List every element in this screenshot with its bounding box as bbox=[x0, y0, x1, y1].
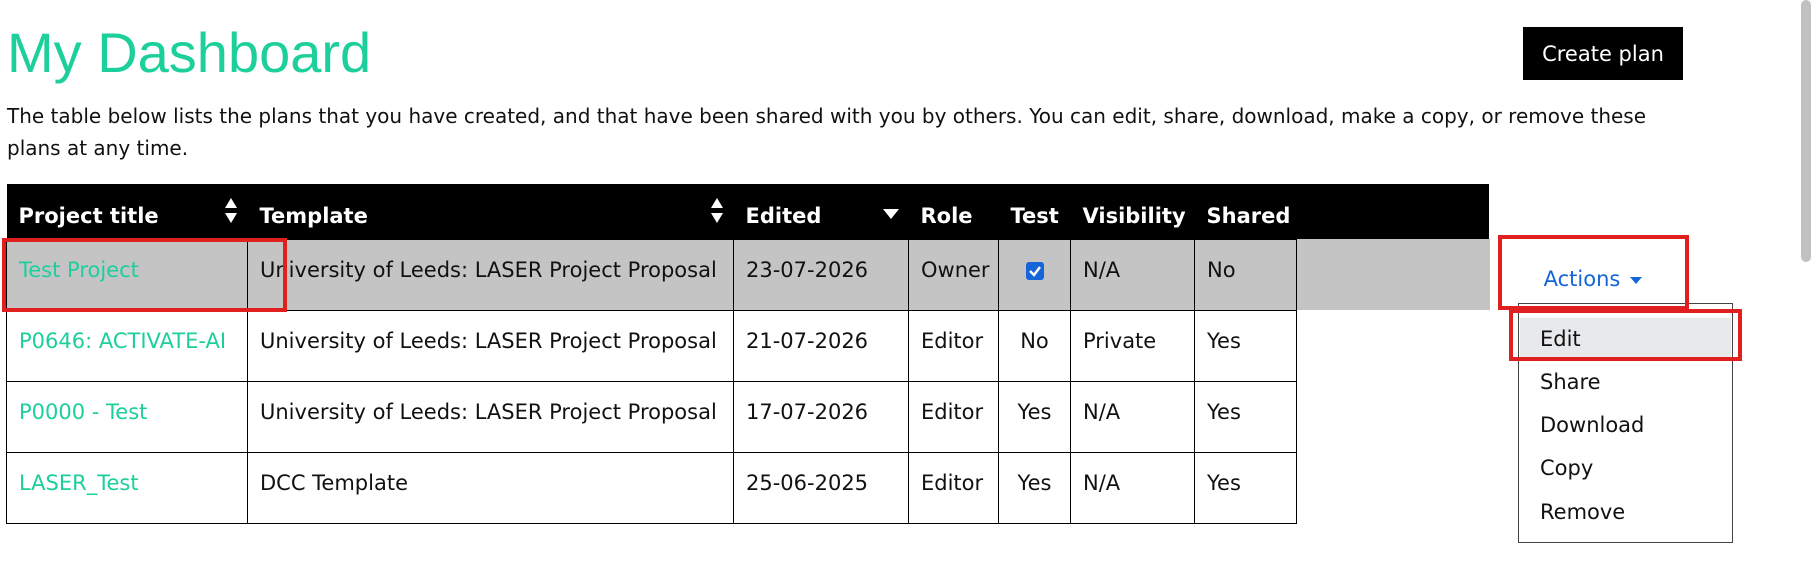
test-cell: No bbox=[998, 309, 1071, 382]
scrollbar[interactable] bbox=[1796, 0, 1814, 564]
actions-cell bbox=[1297, 381, 1490, 452]
header-visibility: Visibility bbox=[1070, 184, 1195, 239]
table-row: P0646: ACTIVATE-AI University of Leeds: … bbox=[6, 309, 1490, 382]
template-cell: DCC Template bbox=[247, 451, 734, 524]
shared-cell: Yes bbox=[1194, 380, 1297, 453]
actions-cell bbox=[1297, 452, 1490, 523]
table-row: P0000 - Test University of Leeds: LASER … bbox=[6, 380, 1490, 453]
header-template-label: Template bbox=[259, 204, 368, 229]
shared-cell: No bbox=[1194, 238, 1297, 311]
table-row: LASER_Test DCC Template 25-06-2025 Edito… bbox=[6, 451, 1490, 524]
header-edited-label: Edited bbox=[745, 204, 822, 229]
checkbox-checked-icon[interactable] bbox=[1025, 261, 1044, 280]
role-cell: Owner bbox=[908, 238, 999, 311]
intro-text: The table below lists the plans that you… bbox=[7, 104, 1647, 160]
visibility-cell: N/A bbox=[1070, 451, 1195, 524]
role-cell: Editor bbox=[908, 380, 999, 453]
page-title: My Dashboard bbox=[7, 21, 372, 84]
project-link[interactable]: P0646: ACTIVATE-AI bbox=[19, 329, 226, 353]
header-project-title[interactable]: Project title bbox=[6, 184, 248, 239]
table-row: Test Project University of Leeds: LASER … bbox=[6, 238, 1490, 311]
header-role: Role bbox=[908, 184, 999, 239]
project-link[interactable]: LASER_Test bbox=[19, 471, 139, 495]
project-link[interactable]: Test Project bbox=[19, 258, 139, 282]
actions-cell bbox=[1296, 239, 1490, 310]
role-cell: Editor bbox=[908, 309, 999, 382]
project-link[interactable]: P0000 - Test bbox=[19, 400, 147, 424]
test-cell bbox=[998, 238, 1071, 311]
project-title-cell: Test Project bbox=[6, 238, 248, 311]
sort-descending-icon[interactable] bbox=[882, 208, 899, 220]
header-test: Test bbox=[998, 184, 1071, 239]
actions-dropdown-button[interactable]: Actions bbox=[1499, 238, 1687, 306]
test-cell: Yes bbox=[998, 451, 1071, 524]
project-title-cell: P0000 - Test bbox=[6, 380, 248, 453]
role-cell: Editor bbox=[908, 451, 999, 524]
project-title-cell: P0646: ACTIVATE-AI bbox=[6, 309, 248, 382]
header-shared: Shared bbox=[1194, 184, 1297, 239]
menu-item-edit[interactable]: Edit bbox=[1520, 318, 1731, 361]
shared-cell: Yes bbox=[1194, 309, 1297, 382]
template-cell: University of Leeds: LASER Project Propo… bbox=[247, 380, 734, 453]
edited-cell: 21-07-2026 bbox=[733, 309, 909, 382]
template-cell: University of Leeds: LASER Project Propo… bbox=[247, 309, 734, 382]
table-header-row: Project title Template Edited Role Test … bbox=[6, 184, 1490, 239]
visibility-cell: N/A bbox=[1070, 380, 1195, 453]
template-cell: University of Leeds: LASER Project Propo… bbox=[247, 238, 734, 311]
edited-cell: 25-06-2025 bbox=[733, 451, 909, 524]
actions-label: Actions bbox=[1543, 267, 1621, 291]
edited-cell: 17-07-2026 bbox=[733, 380, 909, 453]
menu-item-download[interactable]: Download bbox=[1520, 404, 1731, 447]
plans-table: Project title Template Edited Role Test … bbox=[6, 184, 1490, 524]
visibility-cell: Private bbox=[1070, 309, 1195, 382]
header-edited[interactable]: Edited bbox=[733, 184, 909, 239]
shared-cell: Yes bbox=[1194, 451, 1297, 524]
menu-item-copy[interactable]: Copy bbox=[1520, 447, 1731, 490]
test-cell: Yes bbox=[998, 380, 1071, 453]
scrollbar-thumb[interactable] bbox=[1801, 0, 1811, 262]
actions-cell bbox=[1297, 310, 1490, 381]
sort-icon[interactable] bbox=[710, 197, 724, 225]
menu-item-remove[interactable]: Remove bbox=[1520, 491, 1731, 534]
menu-item-share[interactable]: Share bbox=[1520, 361, 1731, 404]
caret-down-icon bbox=[1630, 276, 1643, 284]
edited-cell: 23-07-2026 bbox=[733, 238, 909, 311]
header-template[interactable]: Template bbox=[247, 184, 734, 239]
visibility-cell: N/A bbox=[1070, 238, 1195, 311]
create-plan-button[interactable]: Create plan bbox=[1523, 27, 1683, 80]
header-actions bbox=[1296, 184, 1490, 239]
sort-icon[interactable] bbox=[224, 197, 238, 225]
header-project-title-label: Project title bbox=[18, 204, 159, 229]
project-title-cell: LASER_Test bbox=[6, 451, 248, 524]
actions-menu: Edit Share Download Copy Remove bbox=[1518, 303, 1733, 543]
